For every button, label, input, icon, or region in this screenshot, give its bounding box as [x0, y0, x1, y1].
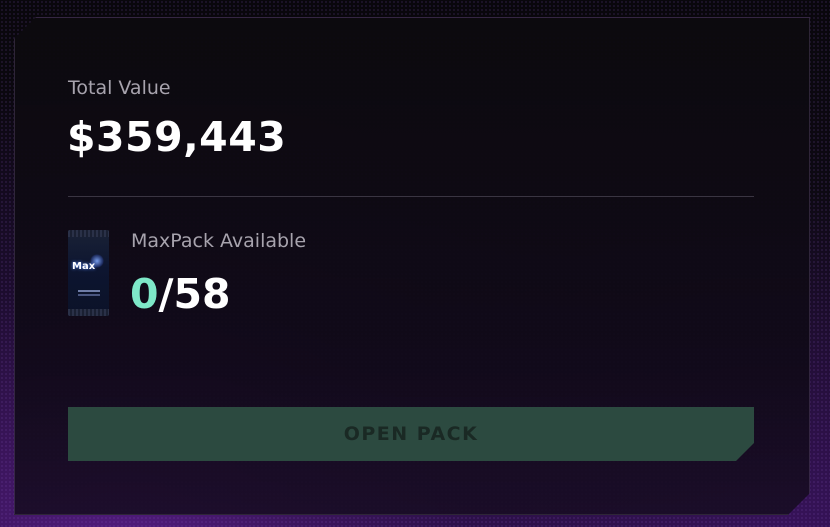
- maxpack-thumbnail: Max: [68, 230, 109, 316]
- total-value-label: Total Value: [68, 77, 171, 99]
- pack-crimp-bottom: [68, 309, 109, 316]
- page: Total Value $359,443 Max MaxPack Availab…: [0, 0, 830, 527]
- maxpack-total-count: 58: [173, 270, 231, 318]
- pack-logo: Max: [72, 261, 96, 272]
- divider: [68, 196, 754, 197]
- maxpack-available-count: 0: [130, 270, 159, 318]
- maxpack-count-separator: /: [158, 270, 174, 318]
- total-value-amount: $359,443: [67, 113, 287, 161]
- maxpack-available-label: MaxPack Available: [131, 230, 307, 252]
- pack-crimp-top: [68, 230, 109, 237]
- maxpack-count: 0/58: [130, 270, 231, 318]
- open-pack-button[interactable]: OPEN PACK: [68, 407, 754, 461]
- pack-label-lines: [78, 290, 100, 292]
